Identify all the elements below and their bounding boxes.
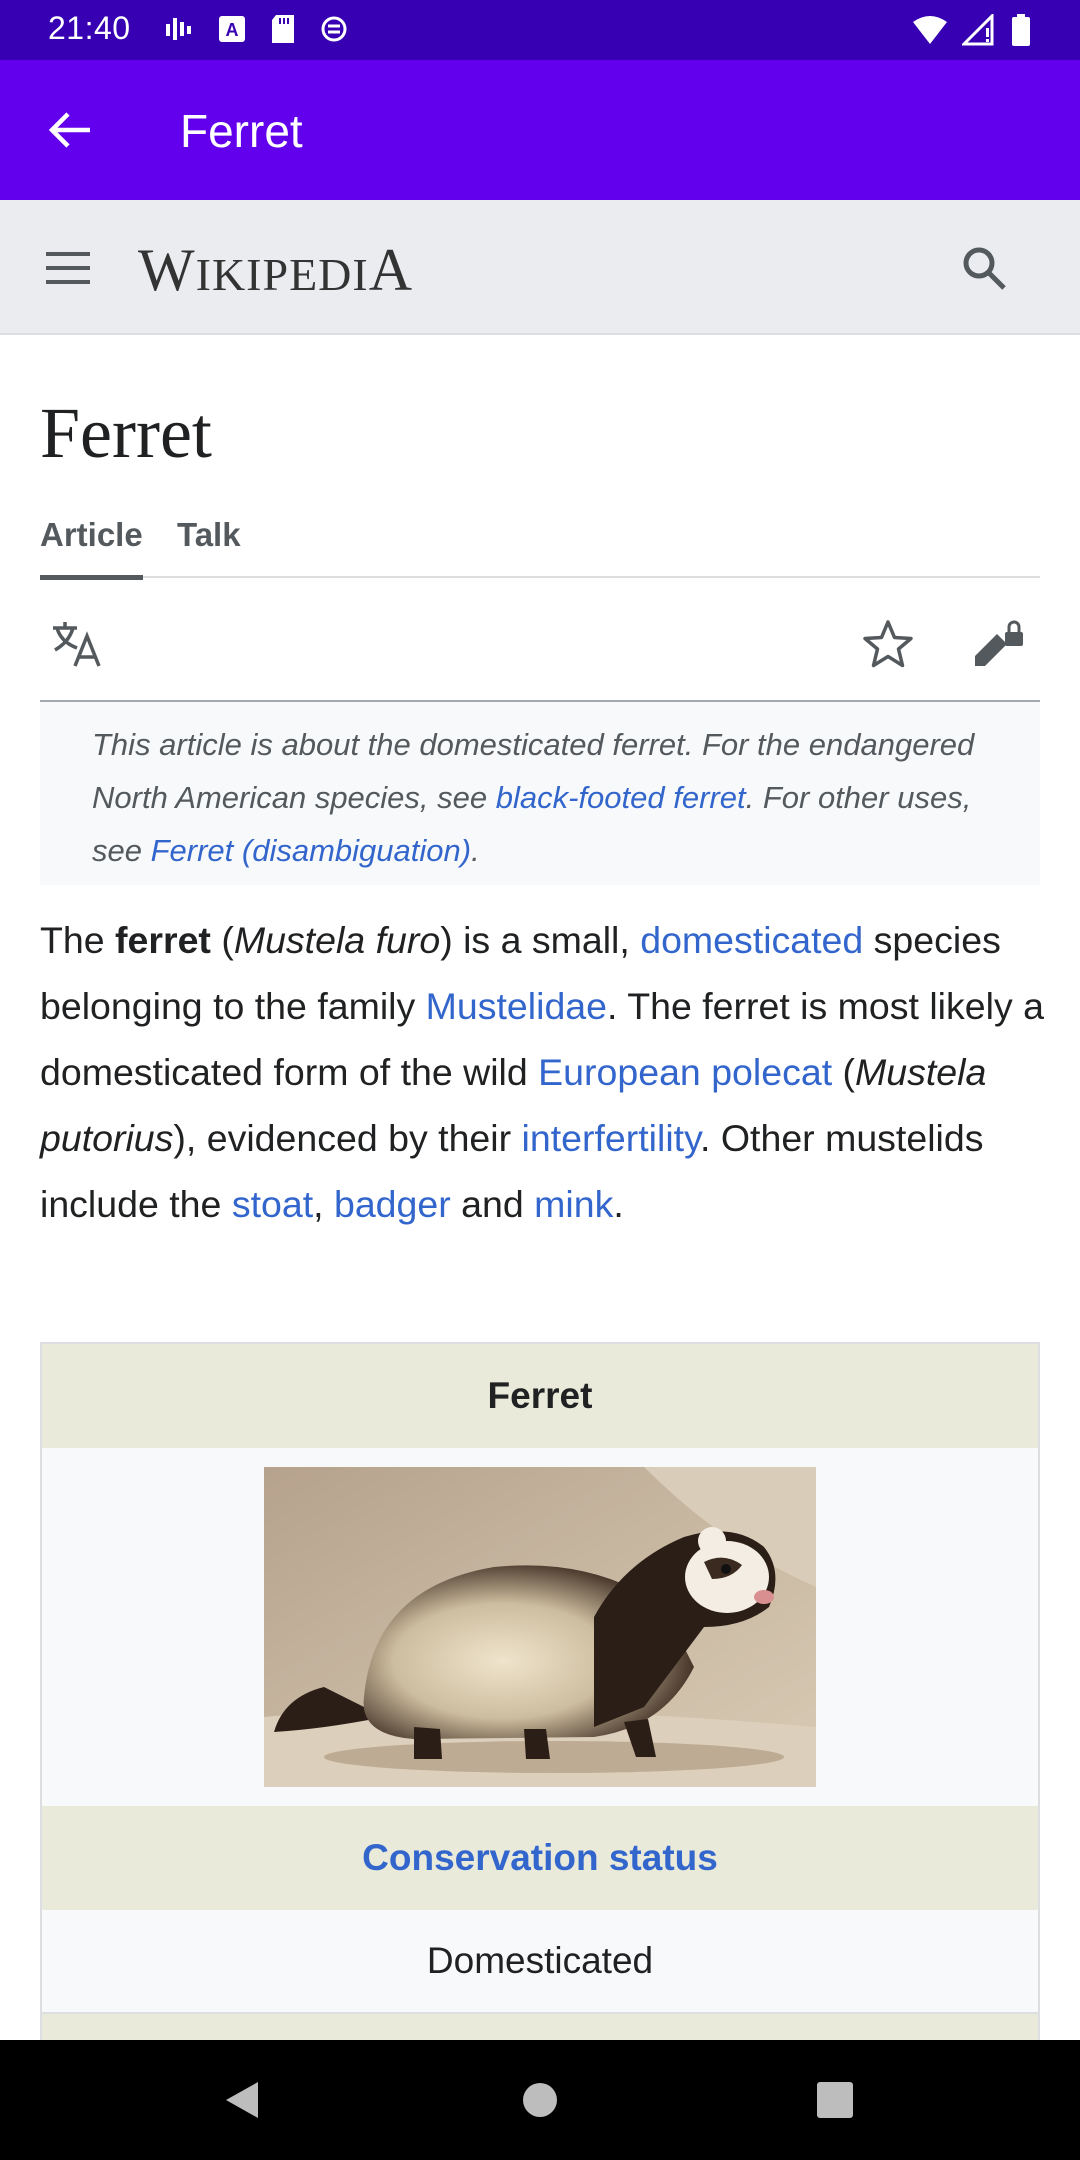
notification-icons: A	[164, 14, 348, 44]
star-icon	[863, 620, 913, 668]
nav-home-button[interactable]	[510, 2070, 570, 2130]
link-domesticated[interactable]: domesticated	[640, 919, 863, 961]
wikipedia-header: WIKIPEDIA	[0, 200, 1080, 335]
conservation-status-link[interactable]: Conservation status	[42, 1806, 1038, 1910]
back-button[interactable]	[40, 100, 100, 160]
link-mustelidae[interactable]: Mustelidae	[426, 985, 607, 1027]
infobox-next-row	[42, 2014, 1038, 2040]
search-button[interactable]	[952, 236, 1016, 300]
status-time: 21:40	[48, 10, 131, 46]
link-mink[interactable]: mink	[534, 1183, 613, 1225]
svg-text:A: A	[226, 20, 239, 40]
signal-bars-icon	[166, 18, 191, 40]
link-ferret-disambiguation[interactable]: Ferret (disambiguation)	[151, 833, 471, 868]
lead-paragraph: The ferret (Mustela furo) is a small, do…	[40, 919, 1044, 1225]
tab-talk[interactable]: Talk	[177, 516, 241, 554]
status-bar: 21:40 A	[0, 0, 1080, 60]
app-title: Ferret	[180, 105, 303, 157]
link-interfertility[interactable]: interfertility	[522, 1117, 701, 1159]
wikipedia-wordmark[interactable]: WIKIPEDIA	[138, 236, 413, 305]
link-badger[interactable]: badger	[334, 1183, 451, 1225]
system-status-icons	[912, 13, 1032, 47]
link-black-footed-ferret[interactable]: black-footed ferret	[496, 780, 746, 815]
search-icon	[963, 247, 1006, 290]
hamburger-menu-icon	[46, 252, 90, 284]
nav-recents-button[interactable]	[805, 2070, 865, 2130]
battery-icon	[1012, 14, 1030, 46]
infobox: Ferret Conservation status Domesticated	[40, 1342, 1040, 2042]
infobox-caption: Ferret	[42, 1344, 1038, 1448]
link-european-polecat[interactable]: European polecat	[538, 1051, 832, 1093]
nav-back-icon	[226, 2082, 258, 2118]
edit-locked-button[interactable]	[970, 616, 1026, 672]
nav-home-icon	[523, 2083, 557, 2117]
main-menu-button[interactable]	[36, 238, 100, 298]
language-button[interactable]	[50, 616, 106, 672]
article-tabs: Article Talk	[40, 510, 1040, 580]
hatnote: This article is about the domesticated f…	[40, 702, 1040, 885]
app-bar: Ferret	[0, 60, 1080, 200]
sync-icon	[321, 16, 347, 42]
page-actions-bar	[40, 580, 1040, 702]
tab-article[interactable]: Article	[40, 516, 143, 580]
edit-locked-icon	[975, 620, 1023, 666]
a-badge-icon: A	[219, 16, 245, 42]
ferret-photo[interactable]	[264, 1467, 816, 1787]
wifi-icon	[913, 16, 947, 44]
link-stoat[interactable]: stoat	[232, 1183, 313, 1225]
back-arrow-icon	[48, 112, 90, 148]
cell-signal-icon	[962, 14, 994, 46]
ferret-image	[264, 1467, 816, 1787]
translate-icon	[53, 622, 101, 667]
page-title: Ferret	[40, 393, 212, 473]
watch-star-button[interactable]	[860, 616, 916, 672]
conservation-status-value: Domesticated	[42, 1910, 1038, 2014]
nav-recents-icon	[817, 2082, 853, 2118]
nav-back-button[interactable]	[212, 2070, 272, 2130]
system-navigation-bar	[0, 2040, 1080, 2160]
sd-card-icon	[272, 15, 294, 43]
